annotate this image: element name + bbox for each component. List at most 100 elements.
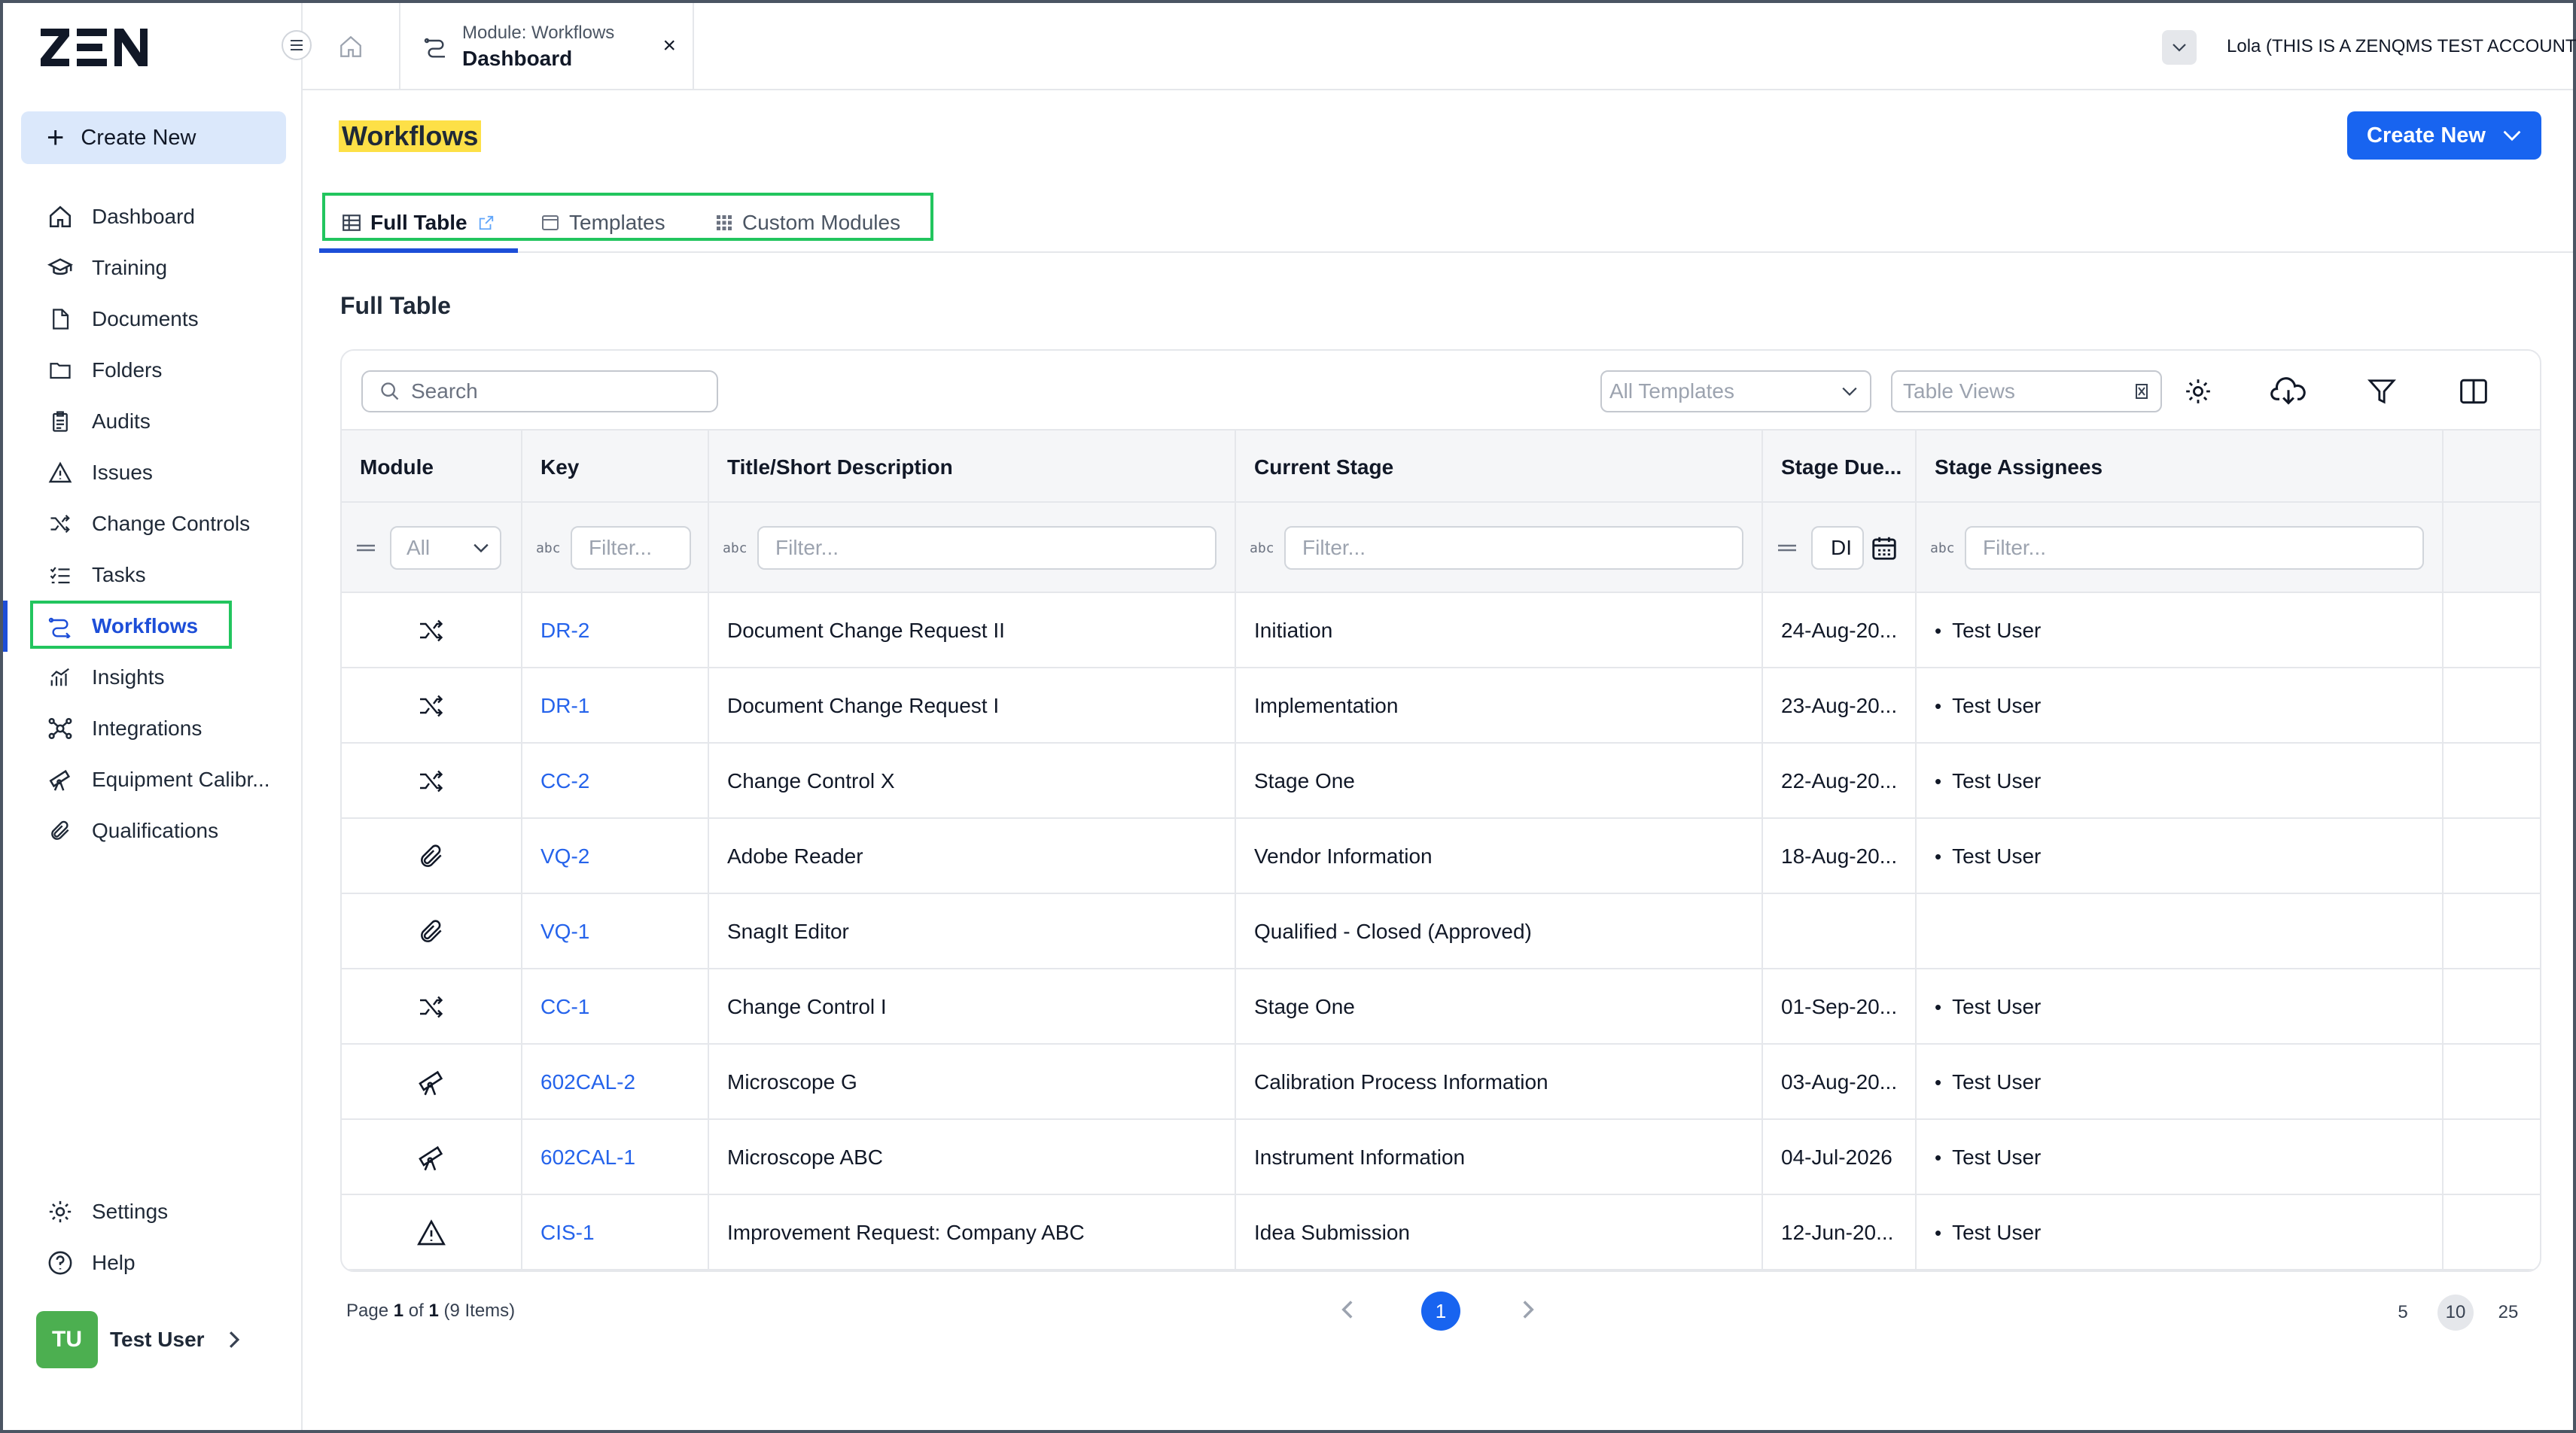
sidebar-item-settings[interactable]: Settings — [3, 1186, 303, 1237]
assignees-filter-cell: abc Filter... — [1917, 503, 2444, 593]
tab-full-table[interactable]: Full Table — [342, 193, 495, 253]
text-filter-icon: abc — [536, 540, 561, 556]
tab-module-dashboard[interactable]: Module: Workflows Dashboard × — [400, 3, 694, 90]
column-header-title[interactable]: Title/Short Description — [709, 431, 1236, 504]
paperclip-icon — [417, 841, 446, 872]
table-row[interactable]: CC-1 Change Control I Stage One 01-Sep-20..… — [342, 969, 2540, 1045]
stage-filter-input[interactable]: Filter... — [1284, 526, 1743, 570]
table-row[interactable]: CIS-1 Improvement Request: Company ABC Ide… — [342, 1195, 2540, 1270]
key-link[interactable]: CC-2 — [522, 744, 709, 819]
key-link[interactable]: CIS-1 — [522, 1195, 709, 1270]
gear-icon[interactable] — [2180, 373, 2216, 409]
sidebar-item-integrations[interactable]: Integrations — [3, 703, 303, 754]
home-tab[interactable] — [303, 3, 400, 90]
pagination-info: Page 1 of 1 (9 Items) — [346, 1301, 515, 1322]
shuffle-icon — [416, 993, 446, 1021]
tab-custom-modules-label: Custom Modules — [742, 211, 901, 234]
sidebar-item-issues[interactable]: Issues — [3, 447, 303, 498]
external-link-icon[interactable] — [478, 214, 495, 231]
tab-custom-modules[interactable]: Custom Modules — [715, 193, 900, 253]
tab-module-label: Module: Workflows — [462, 23, 615, 43]
sidebar-item-label: Audits — [92, 409, 151, 433]
module-cell — [342, 969, 522, 1045]
due-filter-cell: DI — [1763, 503, 1917, 593]
sidebar-item-insights[interactable]: Insights — [3, 652, 303, 703]
sidebar-item-folders[interactable]: Folders — [3, 345, 303, 396]
column-header-stage-due[interactable]: Stage Due... — [1763, 431, 1917, 504]
module-filter-value: All — [406, 536, 431, 559]
calendar-icon[interactable] — [1870, 534, 1899, 562]
table-row[interactable]: VQ-2 Adobe Reader Vendor Information 18-Aug… — [342, 819, 2540, 894]
module-filter-select[interactable]: All — [390, 526, 501, 570]
sidebar-item-dashboard[interactable]: Dashboard — [3, 191, 303, 242]
key-link[interactable]: DR-1 — [522, 668, 709, 744]
key-link[interactable]: DR-2 — [522, 593, 709, 668]
key-filter-input[interactable]: Filter... — [571, 526, 691, 570]
title-filter-input[interactable]: Filter... — [757, 526, 1216, 570]
page-button-current[interactable]: 1 — [1421, 1292, 1460, 1331]
menu-icon — [289, 38, 304, 52]
key-link[interactable]: 602CAL-2 — [522, 1045, 709, 1120]
home-icon — [45, 202, 75, 232]
sidebar-bottom-nav: Settings Help — [3, 1186, 303, 1288]
sidebar-create-new-button[interactable]: + Create New — [21, 111, 286, 164]
cloud-download-icon[interactable] — [2270, 373, 2307, 409]
account-dropdown-button[interactable] — [2162, 30, 2197, 65]
key-link[interactable]: 602CAL-1 — [522, 1120, 709, 1195]
user-menu[interactable]: TU Test User — [36, 1311, 241, 1368]
chevron-right-icon — [227, 1330, 241, 1349]
column-header-current-stage[interactable]: Current Stage — [1236, 431, 1763, 504]
sidebar-item-tasks[interactable]: Tasks — [3, 549, 303, 601]
page-size-10[interactable]: 10 — [2437, 1295, 2474, 1331]
close-icon[interactable]: × — [662, 33, 676, 59]
sidebar-collapse-button[interactable] — [282, 30, 312, 60]
templates-select-value: All Templates — [1609, 379, 1735, 403]
checklist-icon — [45, 560, 75, 590]
module-cell — [342, 894, 522, 969]
stage-due-cell: 01-Sep-20... — [1763, 969, 1917, 1045]
zen-logo[interactable] — [38, 23, 151, 72]
sidebar-create-new-label: Create New — [81, 125, 196, 150]
templates-select[interactable]: All Templates — [1600, 370, 1871, 412]
module-cell — [342, 819, 522, 894]
assignees-filter-input[interactable]: Filter... — [1965, 526, 2424, 570]
table-row[interactable]: DR-2 Document Change Request II Initiation… — [342, 593, 2540, 668]
key-link[interactable]: CC-1 — [522, 969, 709, 1045]
telescope-icon — [45, 765, 75, 795]
search-input[interactable]: Search — [361, 370, 718, 412]
table-row[interactable]: VQ-1 SnagIt Editor Qualified - Closed (App… — [342, 894, 2540, 969]
stage-due-cell: 23-Aug-20... — [1763, 668, 1917, 744]
column-header-key[interactable]: Key — [522, 431, 709, 504]
key-link[interactable]: VQ-1 — [522, 894, 709, 969]
sidebar-item-training[interactable]: Training — [3, 242, 303, 294]
clear-icon[interactable] — [2135, 383, 2148, 400]
account-name[interactable]: Lola (THIS IS A ZENQMS TEST ACCOUNT) — [2227, 36, 2576, 57]
text-filter-icon: abc — [723, 540, 748, 556]
key-link[interactable]: VQ-2 — [522, 819, 709, 894]
table-row[interactable]: 602CAL-2 Microscope G Calibration Process … — [342, 1045, 2540, 1120]
sidebar-item-qualifications[interactable]: Qualifications — [3, 805, 303, 856]
columns-icon[interactable] — [2456, 373, 2492, 409]
table-row[interactable]: CC-2 Change Control X Stage One 22-Aug-20..… — [342, 744, 2540, 819]
due-filter-input[interactable]: DI — [1811, 526, 1864, 570]
create-new-button[interactable]: Create New — [2347, 111, 2541, 160]
sidebar-item-help[interactable]: Help — [3, 1237, 303, 1288]
page-size-5[interactable]: 5 — [2385, 1295, 2421, 1331]
filter-icon[interactable] — [2364, 373, 2400, 409]
view-tabs: Full Table Templates Custom Modules — [319, 193, 2573, 253]
sidebar-item-equipment-calibration[interactable]: Equipment Calibr... — [3, 754, 303, 805]
table-row[interactable]: DR-1 Document Change Request I Implementat… — [342, 668, 2540, 744]
tab-templates[interactable]: Templates — [540, 193, 665, 253]
chevron-down-icon — [1841, 386, 1858, 397]
table-row[interactable]: 602CAL-1 Microscope ABC Instrument Informa… — [342, 1120, 2540, 1195]
sidebar-item-documents[interactable]: Documents — [3, 294, 303, 345]
table-views-input[interactable]: Table Views — [1891, 370, 2162, 412]
chevron-right-icon[interactable] — [1521, 1299, 1536, 1320]
sidebar-item-change-controls[interactable]: Change Controls — [3, 498, 303, 549]
sidebar-item-audits[interactable]: Audits — [3, 396, 303, 447]
column-header-stage-assignees[interactable]: Stage Assignees — [1917, 431, 2444, 504]
column-header-module[interactable]: Module — [342, 431, 522, 504]
page-size-25[interactable]: 25 — [2490, 1295, 2526, 1331]
section-title: Full Table — [340, 292, 451, 319]
chevron-left-icon[interactable] — [1340, 1299, 1355, 1320]
